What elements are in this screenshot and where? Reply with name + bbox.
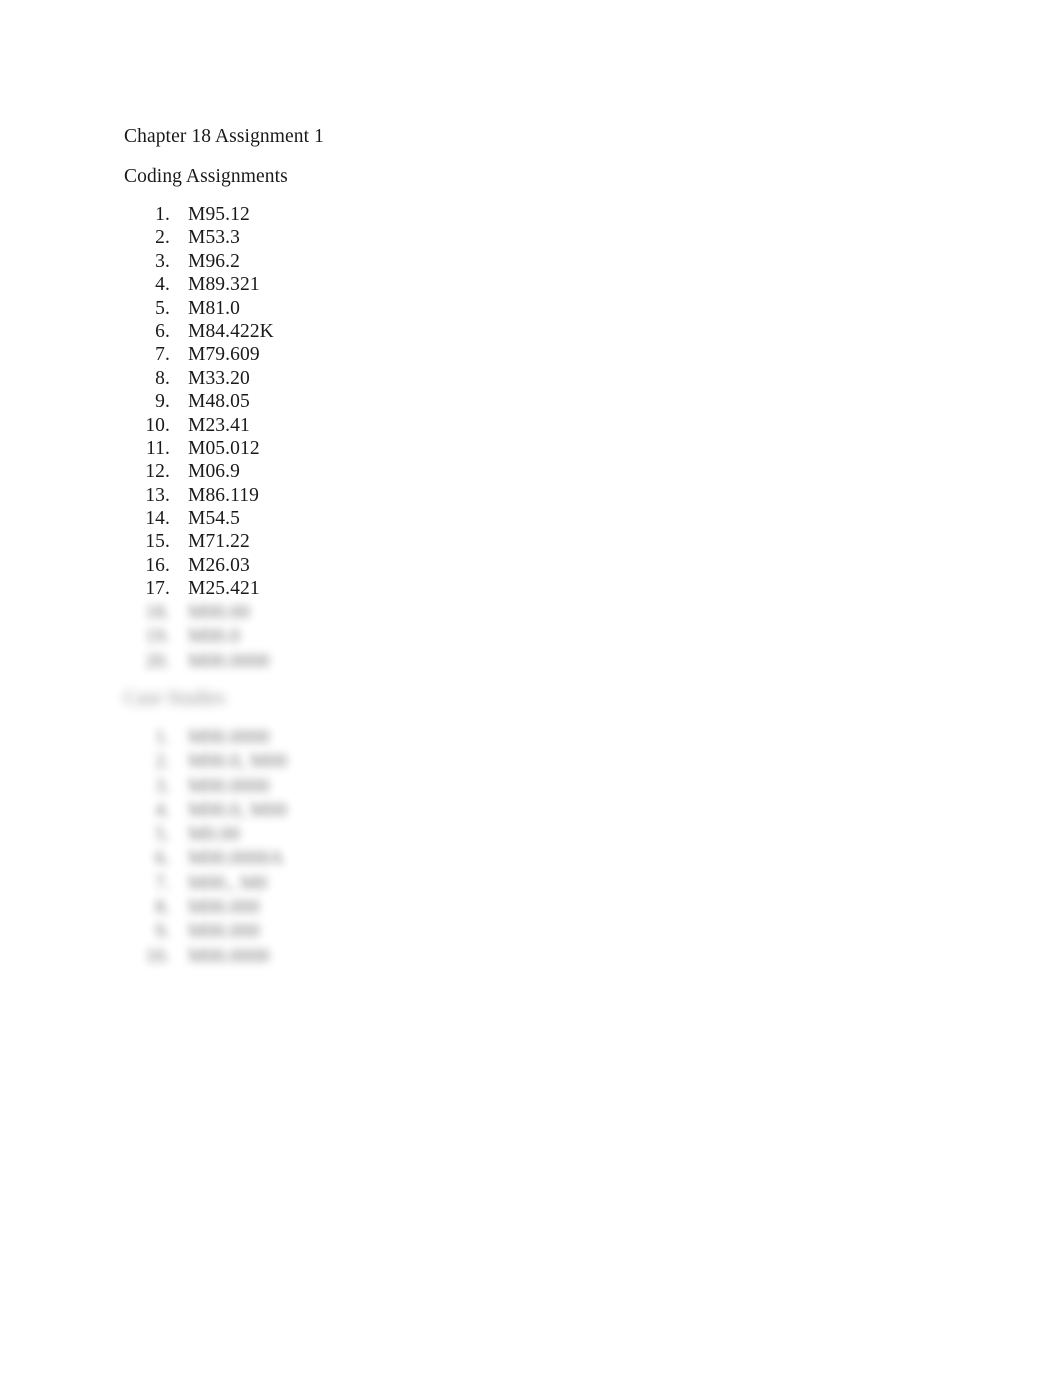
list-item-number: 19. (145, 626, 170, 648)
list-item: 8. M00.000 (124, 896, 287, 920)
list-item: 8. M33.20 (124, 367, 274, 390)
list-item: 19. M00.0 (124, 625, 270, 649)
case-studies-list-obscured: 1. M00.0000 2. M00.0, M00 3. M00.0000 4. M00… (124, 726, 287, 969)
list-item-number: 11. (146, 437, 170, 459)
list-item-code: M00.0000 (188, 945, 270, 967)
list-item: 11. M05.012 (124, 437, 274, 460)
list-item-number: 1. (155, 204, 170, 225)
list-item-number: 1. (155, 727, 170, 748)
list-item-code: M71.22 (188, 531, 250, 553)
list-item: 4. M00.0, M00 (124, 799, 287, 823)
coding-assignments-list-obscured: 18. M00.00 19. M00.0 20. M00.0000 (124, 601, 270, 674)
list-item-number: 10. (145, 945, 170, 967)
list-item-code: M79.609 (188, 344, 260, 366)
list-item-code: M33.20 (188, 367, 250, 389)
list-item: 2. M53.3 (124, 226, 274, 249)
list-item-code: M86.119 (188, 484, 259, 506)
list-item-code: M84.422K (188, 320, 274, 342)
list-item: 13. M86.119 (124, 484, 274, 507)
list-item-code: M48.05 (188, 391, 250, 413)
list-item-code: M95.12 (188, 204, 250, 225)
list-item: 17. M25.421 (124, 577, 274, 600)
list-item-number: 9. (155, 921, 170, 943)
list-item-number: 14. (145, 508, 170, 530)
list-item: 7. M79.609 (124, 343, 274, 366)
list-item-code: M00.0 (188, 626, 240, 648)
list-item-number: 6. (155, 320, 170, 342)
list-item: 18. M00.00 (124, 601, 270, 625)
list-item-code: M00.000 (188, 897, 260, 919)
section-heading-coding-assignments: Coding Assignments (124, 166, 288, 187)
list-item-number: 5. (155, 297, 170, 319)
list-item-code: M00., M0 (188, 872, 268, 894)
list-item-code: M96.2 (188, 250, 240, 272)
list-item-number: 6. (155, 848, 170, 870)
document-title: Chapter 18 Assignment 1 (124, 126, 324, 147)
list-item-number: 17. (145, 578, 170, 600)
list-item-code: M00.0000 (188, 650, 270, 672)
list-item-number: 7. (155, 344, 170, 366)
list-item: 3. M00.0000 (124, 775, 287, 799)
list-item-code: M00.00 (188, 602, 250, 623)
list-item: 14. M54.5 (124, 507, 274, 530)
list-item-number: 12. (145, 461, 170, 483)
list-item-number: 9. (155, 391, 170, 413)
list-item-number: 15. (145, 531, 170, 553)
list-item-code: M23.41 (188, 414, 250, 436)
list-item-number: 20. (145, 650, 170, 672)
list-item-code: M00.0000 (188, 727, 270, 748)
list-item: 6. M00.0000A (124, 847, 287, 871)
list-item: 1. M95.12 (124, 203, 274, 226)
list-item: 7. M00., M0 (124, 872, 287, 896)
list-item-code: M25.421 (188, 578, 260, 600)
list-item: 15. M71.22 (124, 530, 274, 553)
list-item: 5. M81.0 (124, 297, 274, 320)
list-item-number: 7. (155, 872, 170, 894)
list-item: 6. M84.422K (124, 320, 274, 343)
list-item: 2. M00.0, M00 (124, 750, 287, 774)
list-item-number: 3. (155, 250, 170, 272)
list-item: 5. M0.00 (124, 823, 287, 847)
list-item-number: 5. (155, 824, 170, 846)
list-item-number: 2. (155, 227, 170, 249)
section-heading-case-studies: Case Studies (124, 688, 226, 709)
coding-assignments-list: 1. M95.12 2. M53.3 3. M96.2 4. M89.321 5. M81… (124, 203, 274, 601)
list-item-code: M54.5 (188, 508, 240, 530)
list-item: 9. M48.05 (124, 390, 274, 413)
list-item: 4. M89.321 (124, 273, 274, 296)
list-item-code: M89.321 (188, 274, 260, 296)
list-item: 20. M00.0000 (124, 650, 270, 674)
list-item-number: 16. (145, 554, 170, 576)
list-item: 10. M00.0000 (124, 945, 287, 969)
document-page: Coding Assignments Chapter 18 Assignment… (0, 0, 1062, 1377)
list-item-number: 4. (155, 799, 170, 821)
list-item-number: 18. (145, 602, 170, 623)
list-item-code: M00.0, M00 (188, 799, 288, 821)
list-item-code: M81.0 (188, 297, 240, 319)
list-item-code: M00.0000 (188, 775, 270, 797)
list-item-code: M0.00 (188, 824, 240, 846)
list-item-code: M00.0, M00 (188, 751, 288, 773)
list-item: 1. M00.0000 (124, 726, 287, 750)
list-item-number: 2. (155, 751, 170, 773)
list-item-code: M00.0000A (188, 848, 284, 870)
list-item: 9. M00.000 (124, 920, 287, 944)
list-item-number: 4. (155, 274, 170, 296)
list-item-code: M05.012 (188, 437, 260, 459)
list-item: 10. M23.41 (124, 414, 274, 437)
list-item-number: 8. (155, 897, 170, 919)
list-item: 16. M26.03 (124, 554, 274, 577)
list-item-number: 10. (145, 414, 170, 436)
list-item-number: 13. (145, 484, 170, 506)
list-item-number: 8. (155, 367, 170, 389)
list-item-code: M26.03 (188, 554, 250, 576)
list-item: 3. M96.2 (124, 250, 274, 273)
list-item-number: 3. (155, 775, 170, 797)
list-item-code: M53.3 (188, 227, 240, 249)
list-item: 12. M06.9 (124, 460, 274, 483)
list-item-code: M00.000 (188, 921, 260, 943)
list-item-code: M06.9 (188, 461, 240, 483)
